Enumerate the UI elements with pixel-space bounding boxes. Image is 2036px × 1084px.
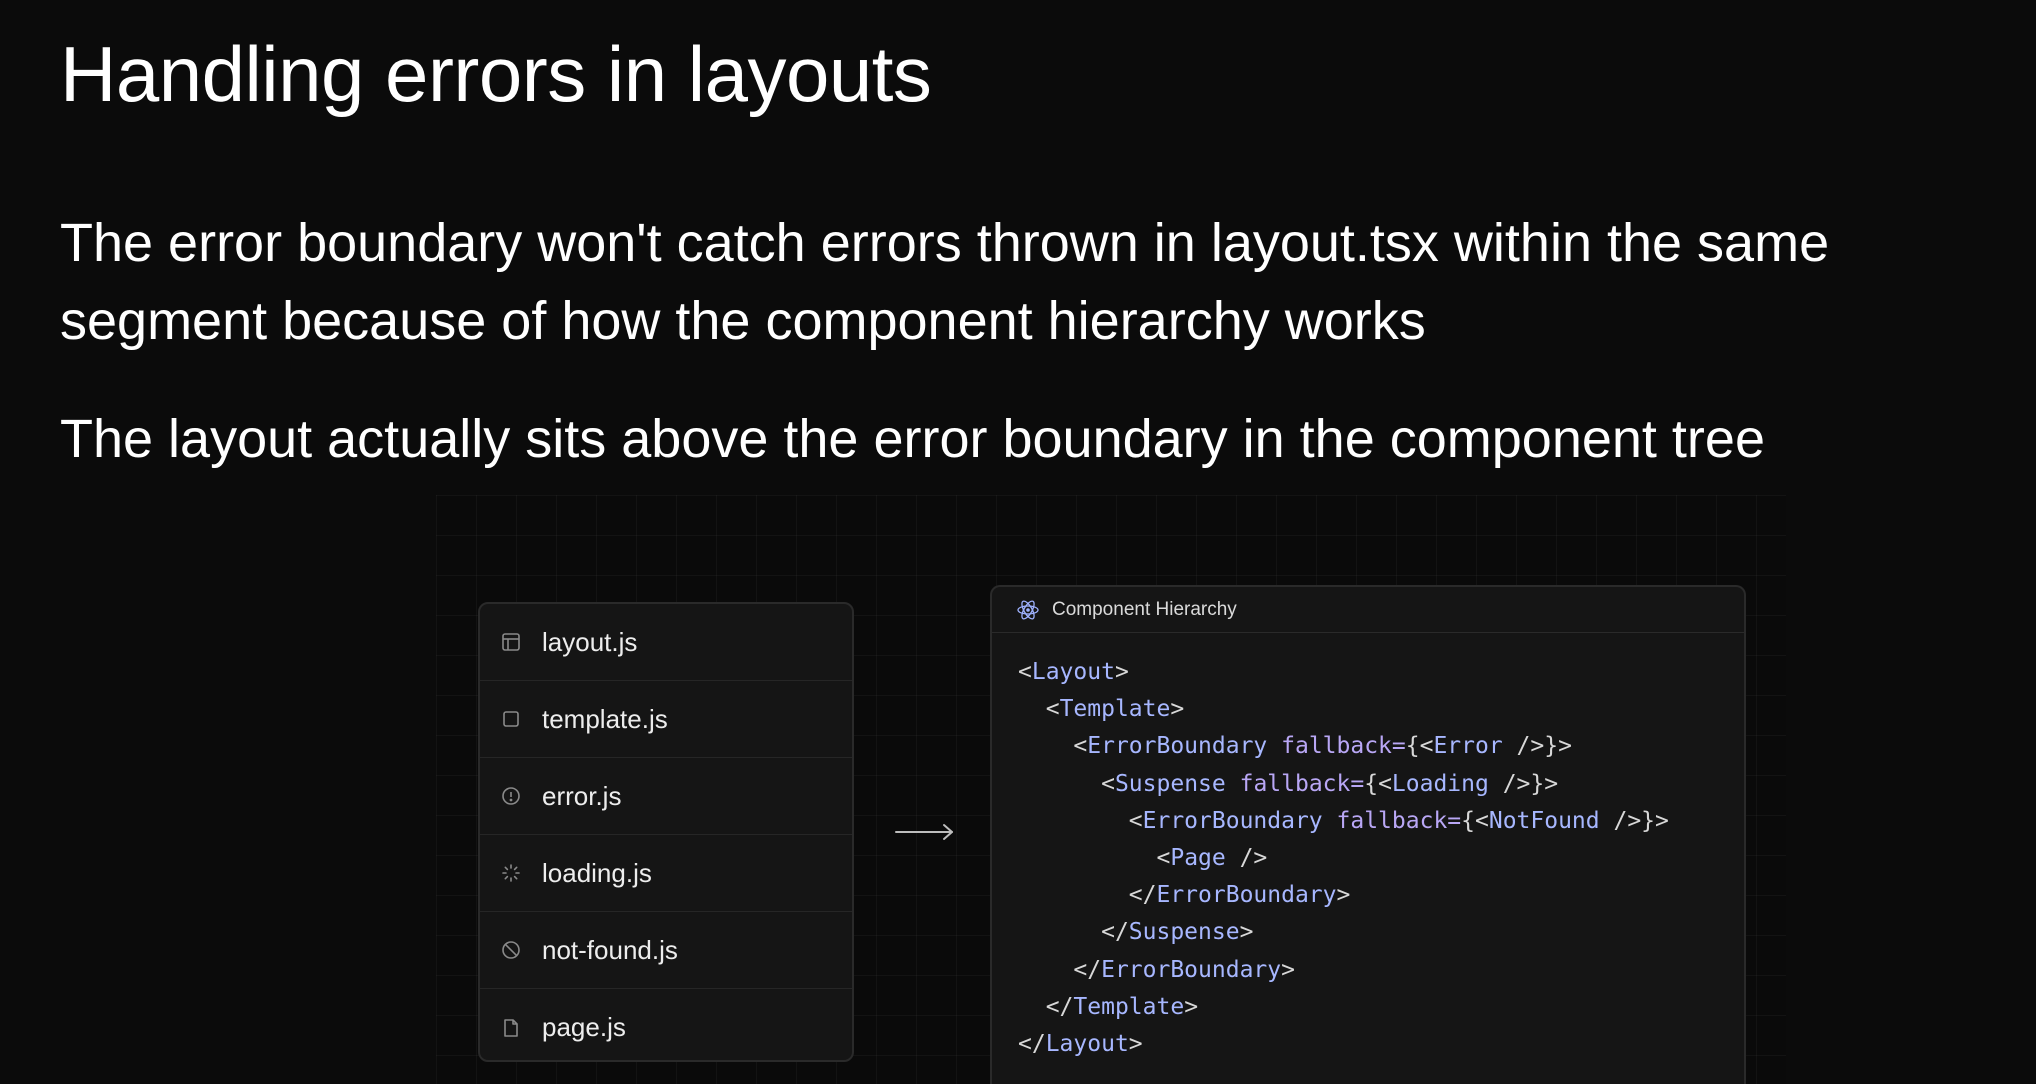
code-token: </ — [1045, 993, 1074, 1020]
code-token: Suspense — [1128, 919, 1240, 946]
code-token: < — [1156, 844, 1171, 871]
code-token: ErrorBoundary — [1142, 807, 1323, 834]
code-token: {< — [1364, 770, 1392, 797]
alert-circle-icon — [500, 785, 522, 807]
code-line: <ErrorBoundary fallback={<Error />}> — [1018, 728, 1669, 765]
file-row-page: page.js — [480, 989, 852, 1060]
code-token: Suspense — [1114, 770, 1226, 797]
code-token: Layout — [1045, 1030, 1129, 1057]
diagram: layout.js template.js error.js loading.j… — [436, 495, 1786, 1084]
file-row-loading: loading.js — [480, 835, 852, 912]
code-token: > — [1128, 1030, 1143, 1057]
code-token: </ — [1101, 919, 1129, 946]
code-line: </ErrorBoundary> — [1018, 952, 1669, 989]
code-token: < — [1073, 733, 1088, 760]
file-icon — [500, 1017, 522, 1039]
slide-paragraph-1: The error boundary won't catch errors th… — [60, 213, 1830, 351]
code-token: </ — [1018, 1030, 1046, 1057]
code-token: fallback= — [1281, 733, 1406, 760]
code-token: < — [1018, 659, 1032, 685]
code-token: > — [1336, 882, 1351, 909]
code-token: {< — [1461, 807, 1489, 834]
file-label: loading.js — [542, 857, 652, 888]
panel-title: Component Hierarchy — [1052, 598, 1237, 620]
code-token: Template — [1059, 696, 1171, 723]
code-token: ErrorBoundary — [1087, 733, 1268, 760]
arrow-right-icon — [894, 822, 956, 842]
file-row-template: template.js — [480, 681, 852, 758]
code-line: <Template> — [1018, 691, 1669, 728]
code-line: <Layout> — [1018, 654, 1669, 691]
code-token: </ — [1073, 956, 1102, 983]
square-icon — [500, 708, 522, 730]
code-token: Page — [1170, 844, 1226, 871]
code-token: > — [1239, 919, 1254, 946]
code-token: > — [1281, 956, 1295, 983]
code-token: fallback= — [1239, 770, 1365, 797]
ban-icon — [500, 939, 522, 961]
file-list-panel: layout.js template.js error.js loading.j… — [478, 602, 854, 1062]
code-token: < — [1045, 696, 1060, 723]
code-token: />}> — [1502, 733, 1572, 760]
panel-header: Component Hierarchy — [992, 587, 1744, 633]
code-token: Error — [1433, 733, 1503, 760]
code-token: < — [1101, 770, 1115, 797]
component-hierarchy-panel: Component Hierarchy <Layout> <Template> … — [990, 585, 1746, 1084]
code-token: < — [1128, 807, 1143, 834]
code-token: {< — [1405, 733, 1434, 760]
code-token: NotFound — [1488, 807, 1600, 834]
code-line: </Template> — [1018, 989, 1669, 1026]
file-label: error.js — [542, 780, 622, 811]
file-row-not-found: not-found.js — [480, 912, 852, 989]
code-block: <Layout> <Template> <ErrorBoundary fallb… — [1018, 654, 1669, 1063]
code-token: />}> — [1488, 770, 1559, 797]
code-token: > — [1184, 993, 1199, 1020]
code-token: </ — [1128, 882, 1157, 909]
react-icon — [1016, 598, 1040, 622]
file-label: template.js — [542, 703, 668, 734]
code-token: /> — [1225, 844, 1268, 871]
code-line: </Layout> — [1018, 1026, 1669, 1063]
code-token: > — [1170, 696, 1185, 723]
file-label: page.js — [542, 1012, 626, 1042]
code-token: />}> — [1599, 807, 1669, 834]
code-token: ErrorBoundary — [1156, 882, 1337, 909]
code-line: <Suspense fallback={<Loading />}> — [1018, 766, 1669, 803]
code-token: Template — [1073, 993, 1185, 1020]
code-token: Loading — [1391, 770, 1489, 797]
code-token: > — [1114, 659, 1129, 685]
file-label: layout.js — [542, 626, 638, 657]
slide-title: Handling errors in layouts — [60, 30, 932, 118]
code-token: fallback= — [1336, 807, 1462, 834]
loader-icon — [500, 862, 522, 884]
layout-icon — [500, 631, 522, 653]
code-line: </Suspense> — [1018, 914, 1669, 951]
file-row-layout: layout.js — [480, 604, 852, 681]
file-row-error: error.js — [480, 758, 852, 835]
code-line: </ErrorBoundary> — [1018, 877, 1669, 914]
code-token: ErrorBoundary — [1101, 956, 1282, 983]
code-line: <ErrorBoundary fallback={<NotFound />}> — [1018, 803, 1669, 840]
code-token: Layout — [1031, 659, 1115, 685]
code-line: <Page /> — [1018, 840, 1669, 877]
file-label: not-found.js — [542, 934, 678, 965]
slide-paragraph-2: The layout actually sits above the error… — [60, 409, 1765, 469]
